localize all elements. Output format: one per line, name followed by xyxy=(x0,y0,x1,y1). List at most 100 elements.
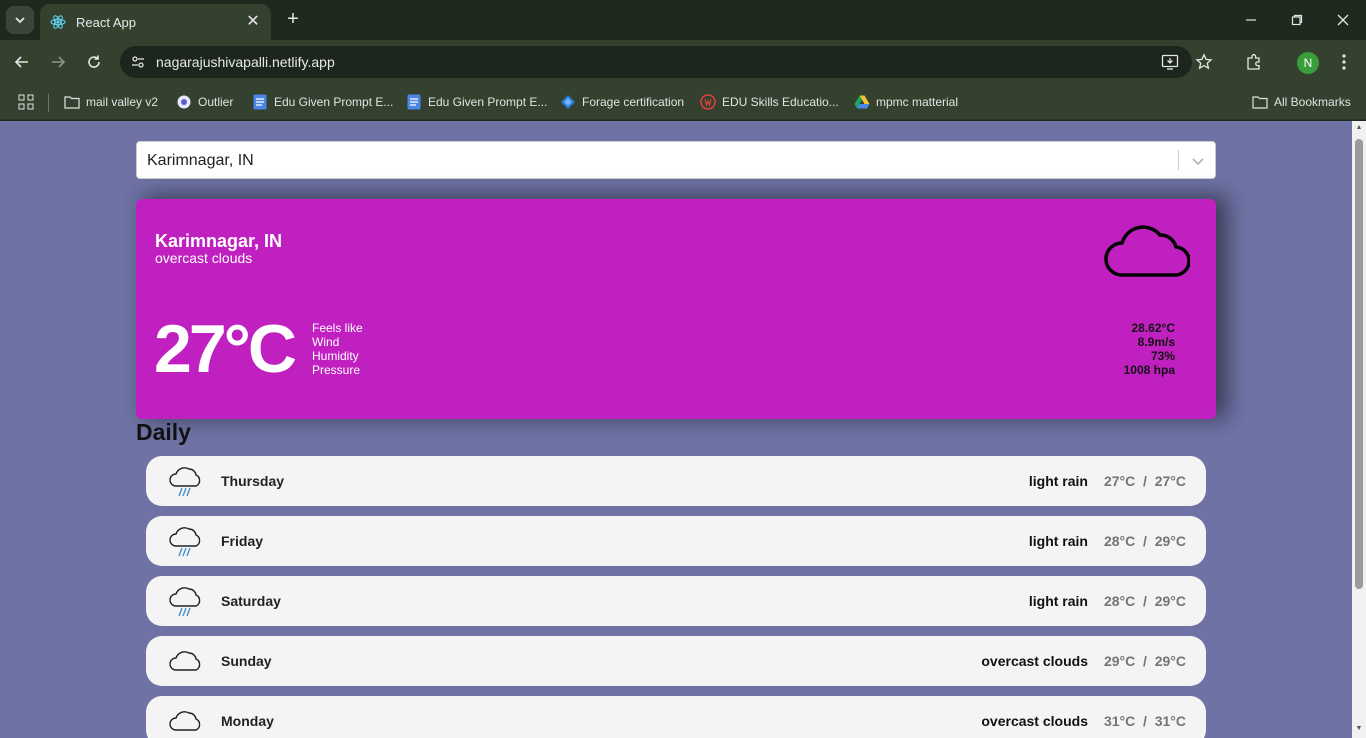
rain-cloud-icon xyxy=(169,587,201,617)
bookmark-label: Forage certification xyxy=(582,95,685,109)
apps-grid-icon[interactable] xyxy=(18,93,34,111)
forecast-summary: overcast clouds 31°C / 31°C xyxy=(981,713,1186,729)
all-bookmarks[interactable]: All Bookmarks xyxy=(1252,93,1351,111)
forecast-day-name: Sunday xyxy=(221,653,272,669)
browser-toolbar: nagarajushivapalli.netlify.app N xyxy=(0,40,1366,84)
forecast-temp-range: 27°C / 27°C xyxy=(1103,473,1186,489)
url-text: nagarajushivapalli.netlify.app xyxy=(156,54,335,70)
page-viewport: Karimnagar, IN Karimnagar, IN overcast c… xyxy=(0,121,1352,738)
forecast-summary: light rain 28°C / 29°C xyxy=(1029,533,1186,549)
folder-icon xyxy=(1252,94,1268,110)
minimize-icon[interactable] xyxy=(1238,8,1264,32)
docs-icon xyxy=(406,94,422,110)
bookmark-forage[interactable]: Forage certification xyxy=(560,93,684,111)
forecast-description: light rain xyxy=(1028,473,1088,489)
humidity-value: 73% xyxy=(1150,349,1175,363)
forward-arrow-icon[interactable] xyxy=(46,50,70,74)
drive-icon xyxy=(854,94,870,110)
forecast-day-row[interactable]: Saturday light rain 28°C / 29°C xyxy=(146,576,1206,626)
bookmark-edu-prompt-1[interactable]: Edu Given Prompt E... xyxy=(252,93,393,111)
bookmark-mpmc[interactable]: mpmc matterial xyxy=(854,93,958,111)
bookmark-edu-prompt-2[interactable]: Edu Given Prompt E... xyxy=(406,93,547,111)
cloud-icon xyxy=(1104,225,1190,277)
forecast-summary: overcast clouds 29°C / 29°C xyxy=(981,653,1186,669)
bookmark-label: Edu Given Prompt E... xyxy=(428,95,548,109)
window-close-icon[interactable] xyxy=(1330,8,1356,32)
bookmarks-separator xyxy=(48,94,49,112)
forecast-summary: light rain 28°C / 29°C xyxy=(1029,593,1186,609)
forecast-day-name: Thursday xyxy=(221,473,285,489)
forecast-temp-range: 31°C / 31°C xyxy=(1103,713,1186,729)
forecast-day-row[interactable]: Monday overcast clouds 31°C / 31°C xyxy=(146,696,1206,738)
chevron-down-icon[interactable] xyxy=(1189,152,1207,170)
pressure-value: 1008 hpa xyxy=(1123,363,1175,377)
cloud-icon xyxy=(169,651,201,671)
bookmark-mail-valley[interactable]: mail valley v2 xyxy=(64,93,158,111)
install-app-icon[interactable] xyxy=(1160,52,1180,72)
chevron-down-icon xyxy=(15,17,25,24)
tab-react-app[interactable]: React App ✕ xyxy=(40,4,271,40)
all-bookmarks-label: All Bookmarks xyxy=(1274,95,1351,109)
forecast-day-row[interactable]: Sunday overcast clouds 29°C / 29°C xyxy=(146,636,1206,686)
select-separator xyxy=(1178,150,1179,170)
scroll-down-arrow-icon[interactable]: ▼ xyxy=(1355,725,1363,733)
folder-icon xyxy=(64,94,80,110)
rain-cloud-icon xyxy=(169,527,201,557)
forage-icon xyxy=(560,94,576,110)
page-scrollbar[interactable]: ▲ ▼ xyxy=(1352,121,1366,738)
daily-forecast-title: Daily xyxy=(136,419,191,445)
forecast-day-row[interactable]: Thursday light rain 27°C / 27°C xyxy=(146,456,1206,506)
wind-label: Wind xyxy=(312,335,340,349)
selected-city-value: Karimnagar, IN xyxy=(147,152,254,169)
react-icon xyxy=(50,14,66,30)
forecast-day-name: Friday xyxy=(221,533,264,549)
forecast-temp-range: 28°C / 29°C xyxy=(1103,593,1186,609)
pressure-label: Pressure xyxy=(312,363,361,377)
extensions-icon[interactable] xyxy=(1244,52,1264,72)
bookmarks-bar: mail valley v2 Outlier Edu Given Prompt … xyxy=(0,84,1366,120)
scroll-thumb[interactable] xyxy=(1355,139,1363,589)
current-temperature: 27°C xyxy=(154,311,297,387)
bookmark-label: Outlier xyxy=(198,95,234,109)
reload-icon[interactable] xyxy=(82,50,106,74)
forecast-description: light rain xyxy=(1028,533,1088,549)
feels-like-value: 28.62°C xyxy=(1131,321,1176,335)
forecast-temp-range: 29°C / 29°C xyxy=(1103,653,1186,669)
current-weather-description: overcast clouds xyxy=(155,250,253,266)
wind-value: 8.9m/s xyxy=(1137,335,1175,349)
profile-avatar[interactable]: N xyxy=(1297,52,1319,74)
browser-titlebar: React App ✕ + xyxy=(0,0,1366,40)
feels-like-label: Feels like xyxy=(312,321,363,335)
new-tab-plus-icon[interactable]: + xyxy=(282,8,304,30)
bookmark-label: EDU Skills Educatio... xyxy=(722,95,839,109)
weather-detail-values: 28.62°C 8.9m/s 73% 1008 hpa xyxy=(1124,321,1175,377)
forecast-description: light rain xyxy=(1028,593,1088,609)
weather-detail-labels: Feels like Wind Humidity Pressure xyxy=(312,321,363,377)
edu-skills-icon xyxy=(700,94,716,110)
bookmark-edu-skills[interactable]: EDU Skills Educatio... xyxy=(700,93,839,111)
forecast-day-row[interactable]: Friday light rain 28°C / 29°C xyxy=(146,516,1206,566)
bookmark-label: mpmc matterial xyxy=(876,95,959,109)
forecast-day-name: Saturday xyxy=(221,593,281,609)
address-bar[interactable]: nagarajushivapalli.netlify.app xyxy=(120,46,1192,78)
forecast-description: overcast clouds xyxy=(981,653,1088,669)
city-search-select[interactable]: Karimnagar, IN xyxy=(136,141,1216,179)
bookmark-star-icon[interactable] xyxy=(1194,52,1214,72)
back-arrow-icon[interactable] xyxy=(10,50,34,74)
outlier-icon xyxy=(176,94,192,110)
forecast-day-name: Monday xyxy=(221,713,274,729)
rain-cloud-icon xyxy=(169,467,201,497)
forecast-summary: light rain 27°C / 27°C xyxy=(1029,473,1186,489)
cloud-icon xyxy=(169,711,201,731)
more-menu-icon[interactable] xyxy=(1334,52,1354,72)
current-city-name: Karimnagar, IN xyxy=(155,231,283,251)
restore-icon[interactable] xyxy=(1284,8,1310,32)
site-settings-icon[interactable] xyxy=(130,54,146,70)
close-icon[interactable]: ✕ xyxy=(245,14,261,30)
bookmark-label: Edu Given Prompt E... xyxy=(274,95,394,109)
bookmark-outlier[interactable]: Outlier xyxy=(176,93,233,111)
tab-search-button[interactable] xyxy=(6,6,34,34)
docs-icon xyxy=(252,94,268,110)
scroll-up-arrow-icon[interactable]: ▲ xyxy=(1355,124,1363,132)
current-weather-card: Karimnagar, IN overcast clouds 27°C Feel… xyxy=(136,199,1216,419)
